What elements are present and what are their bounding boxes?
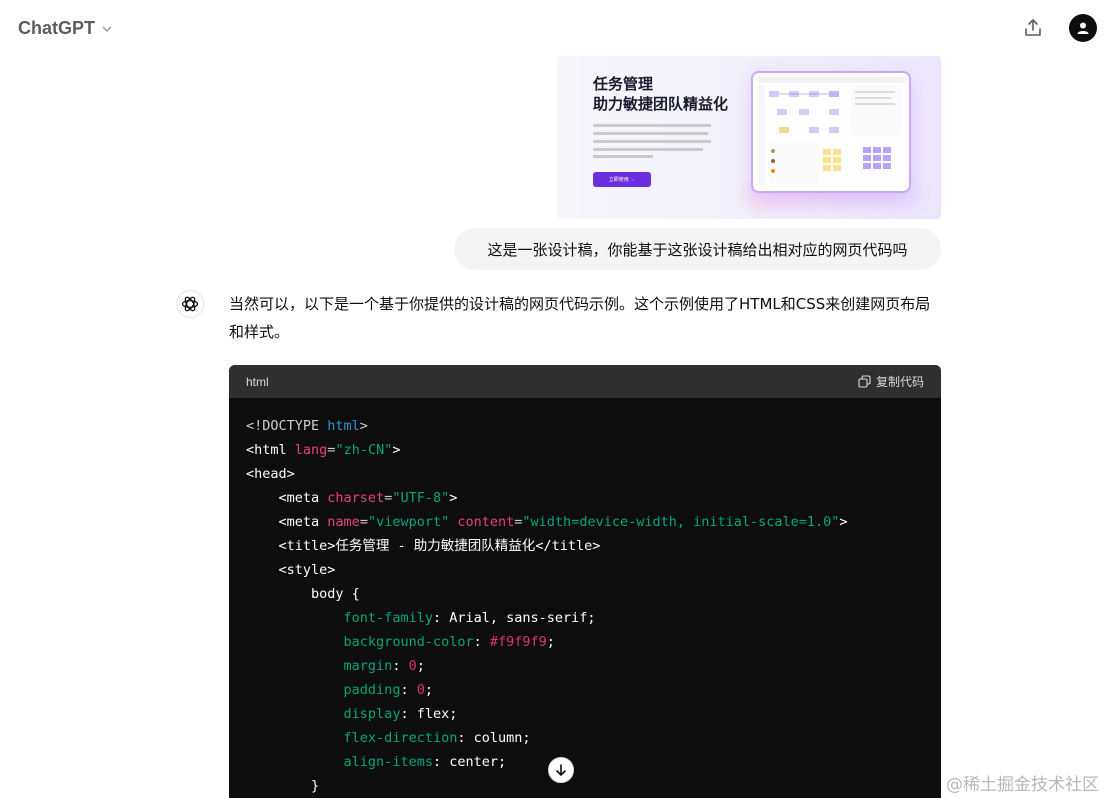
code-content[interactable]: <!DOCTYPE html> <html lang="zh-CN"> <head>…	[229, 398, 941, 798]
design-title: 任务管理 助力敏捷团队精益化	[593, 75, 729, 113]
user-message-bubble: 这是一张设计稿，你能基于这张设计稿给出相对应的网页代码吗	[454, 228, 941, 270]
assistant-reply-text: 当然可以，以下是一个基于你提供的设计稿的网页代码示例。这个示例使用了HTML和C…	[229, 295, 931, 341]
code-line: <meta charset="UTF-8">	[278, 490, 458, 506]
design-description-placeholder	[593, 124, 713, 161]
code-language-label: html	[246, 374, 269, 389]
code-line: }	[246, 778, 320, 794]
code-line: <title>任务管理 - 助力敏捷团队精益化</title>	[278, 538, 601, 554]
code-line: padding: 0;	[343, 682, 433, 698]
code-line: flex-direction: column;	[343, 730, 531, 746]
code-line: <style>	[278, 562, 336, 578]
code-header: html 复制代码	[229, 365, 941, 398]
watermark: @稀土掘金技术社区	[946, 775, 1099, 795]
code-line: font-family: Arial, sans-serif;	[343, 610, 596, 626]
code-line: <!DOCTYPE html>	[246, 418, 368, 434]
code-line: <html lang="zh-CN">	[246, 442, 401, 458]
code-line: <head>	[246, 466, 295, 482]
copy-code-button[interactable]: 复制代码	[858, 373, 924, 390]
user-icon	[1077, 22, 1089, 34]
code-block: html 复制代码 <!DOCTYPE html> <html lang="zh-…	[229, 365, 941, 798]
share-button[interactable]	[1019, 14, 1047, 42]
code-line: <meta name="viewport" content="width=dev…	[278, 514, 848, 530]
copy-code-label: 复制代码	[875, 375, 924, 389]
code-line: background-color: #f9f9f9;	[343, 634, 555, 650]
scroll-to-bottom-button[interactable]	[548, 757, 574, 783]
share-upload-icon	[1025, 19, 1041, 36]
code-line: display: flex;	[343, 706, 458, 722]
chevron-down-icon	[102, 25, 112, 32]
model-selector[interactable]: ChatGPT	[18, 18, 113, 39]
top-bar: ChatGPT	[0, 0, 1112, 56]
copy-icon	[858, 375, 871, 388]
chatgpt-logo-icon	[176, 290, 204, 318]
code-line: margin: 0;	[343, 658, 425, 674]
uploaded-design-image[interactable]: 任务管理 助力敏捷团队精益化 立即使用 →	[557, 56, 941, 219]
user-avatar-button[interactable]	[1069, 14, 1097, 42]
code-line: body {	[246, 586, 360, 602]
arrow-down-icon	[556, 764, 566, 776]
design-app-mockup	[753, 73, 909, 191]
design-cta-button: 立即使用 →	[593, 172, 651, 187]
code-line: align-items: center;	[343, 754, 507, 770]
model-name: ChatGPT	[18, 18, 96, 38]
